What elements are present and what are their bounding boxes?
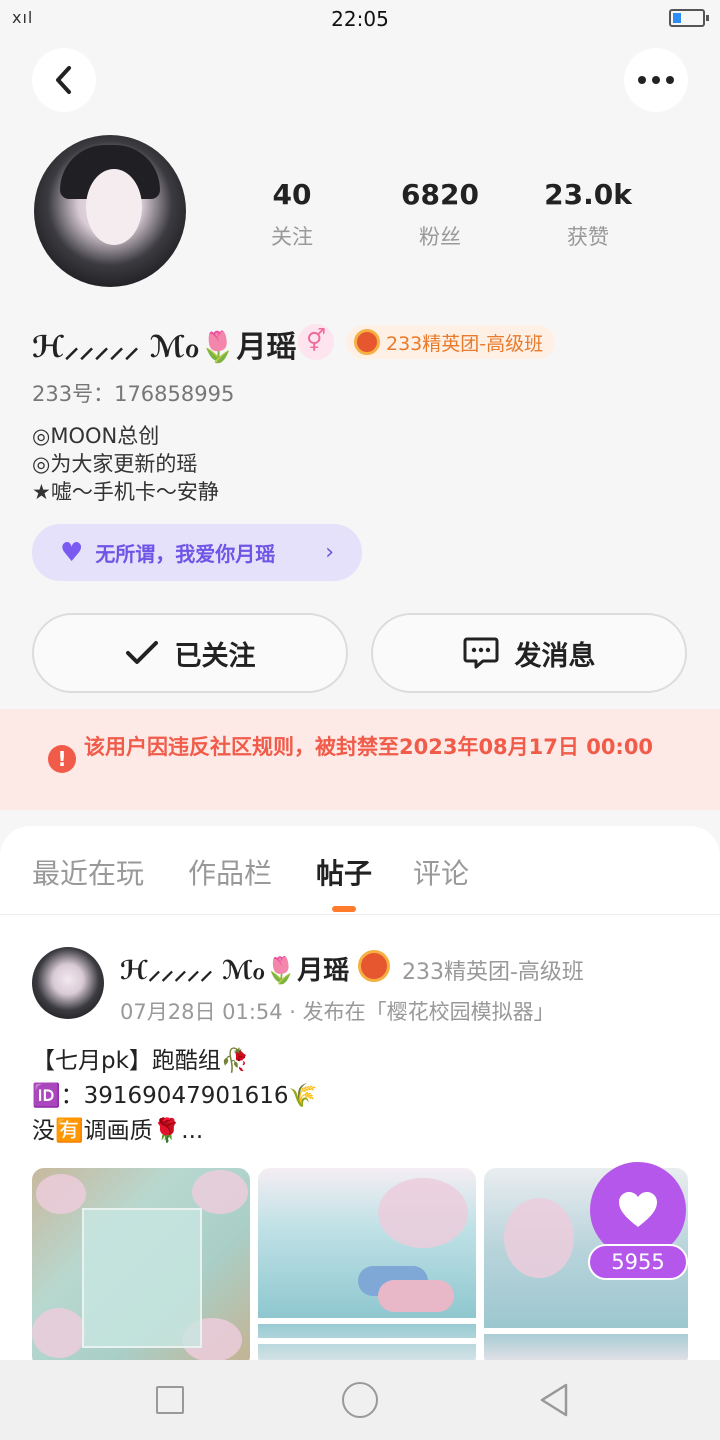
follow-button-label: 已关注 <box>174 640 256 672</box>
post-text-line: 【七月pk】跑酷组🥀 <box>32 1048 250 1074</box>
profile-avatar[interactable] <box>34 135 186 287</box>
more-button[interactable] <box>624 48 688 112</box>
recents-icon[interactable] <box>156 1386 184 1414</box>
chevron-right-icon: › <box>325 540 334 565</box>
post-text-line: 没🈶调画质🌹... <box>32 1118 204 1144</box>
chat-bubble-icon <box>463 637 498 669</box>
back-triangle-icon[interactable] <box>538 1382 570 1418</box>
bio-line: ★嘘～手机卡～安静 <box>32 480 219 504</box>
stat-likes-value: 23.0k <box>544 178 632 211</box>
love-pill-label: 无所谓，我爱你月瑶 <box>95 542 276 566</box>
post-image-1[interactable] <box>32 1168 250 1360</box>
stat-following[interactable]: 40 关注 <box>217 178 367 251</box>
love-pill[interactable]: ♥ 无所谓，我爱你月瑶 › <box>32 524 362 581</box>
tab-posts[interactable]: 帖子 <box>316 852 372 892</box>
more-dots-icon <box>638 76 674 84</box>
message-button-label: 发消息 <box>514 640 596 672</box>
rank-badge-label: 233精英团-高级班 <box>386 332 544 355</box>
ban-notice-text: 该用户因违反社区规则，被封禁至2023年08月17日 00:00 <box>84 735 654 759</box>
gender-icon: ⚥ <box>298 324 334 360</box>
bio-line: ◎MOON总创 <box>32 424 160 448</box>
like-count: 5955 <box>588 1244 688 1280</box>
user-id: 233号：176858995 <box>32 382 235 406</box>
tab-works[interactable]: 作品栏 <box>188 852 272 892</box>
stat-fans-value: 6820 <box>401 178 479 211</box>
medal-icon <box>358 950 390 982</box>
home-icon[interactable] <box>342 1382 378 1418</box>
rank-badge[interactable]: 233精英团-高级班 <box>346 325 556 359</box>
check-icon <box>125 641 158 664</box>
stat-fans[interactable]: 6820 粉丝 <box>365 178 515 251</box>
stat-fans-label: 粉丝 <box>419 225 461 249</box>
battery-icon <box>669 9 709 27</box>
back-button[interactable] <box>32 48 96 112</box>
heart-icon <box>619 1192 657 1227</box>
message-button[interactable]: 发消息 <box>371 613 687 693</box>
stat-likes-label: 获赞 <box>567 225 609 249</box>
post-image-2[interactable] <box>258 1168 476 1360</box>
profile-bio: ◎MOON总创 ◎为大家更新的瑶 ★嘘～手机卡～安静 <box>32 422 219 506</box>
post-author-rank: 233精英团-高级班 <box>402 960 584 985</box>
ban-notice-banner: ! 该用户因违反社区规则，被封禁至2023年08月17日 00:00 <box>0 709 720 810</box>
system-nav-bar <box>0 1360 720 1440</box>
post-meta: 07月28日 01:54 · 发布在「樱花校园模拟器」 <box>120 1000 555 1024</box>
bio-line: ◎为大家更新的瑶 <box>32 452 198 476</box>
tab-bar: 最近在玩 作品栏 帖子 评论 <box>0 826 720 915</box>
chevron-left-icon <box>56 66 71 94</box>
post-text[interactable]: 【七月pk】跑酷组🥀 🆔：39169047901616🌾 没🈶调画质🌹... <box>32 1044 317 1149</box>
tab-comments[interactable]: 评论 <box>413 852 469 892</box>
double-heart-icon: ♥ <box>60 537 84 568</box>
post-author-name[interactable]: ℋ⸝⸝⸝⸝⸝ ℳℴ🌷月瑶 <box>120 950 349 987</box>
tab-recent-play[interactable]: 最近在玩 <box>32 852 144 892</box>
follow-button[interactable]: 已关注 <box>32 613 348 693</box>
alert-icon: ! <box>48 745 76 773</box>
tab-indicator <box>332 906 356 912</box>
status-time: 22:05 <box>331 7 389 31</box>
stat-following-label: 关注 <box>271 225 313 249</box>
status-bar: ⅹıl 22:05 <box>0 0 720 38</box>
stat-following-value: 40 <box>272 178 312 211</box>
post-text-line: 🆔：39169047901616🌾 <box>32 1083 318 1109</box>
stat-likes[interactable]: 23.0k 获赞 <box>513 178 663 251</box>
post-author-avatar[interactable] <box>32 947 104 1019</box>
medal-icon <box>354 329 380 355</box>
profile-nickname: ℋ⸝⸝⸝⸝⸝ ℳℴ🌷月瑶 <box>32 330 297 365</box>
